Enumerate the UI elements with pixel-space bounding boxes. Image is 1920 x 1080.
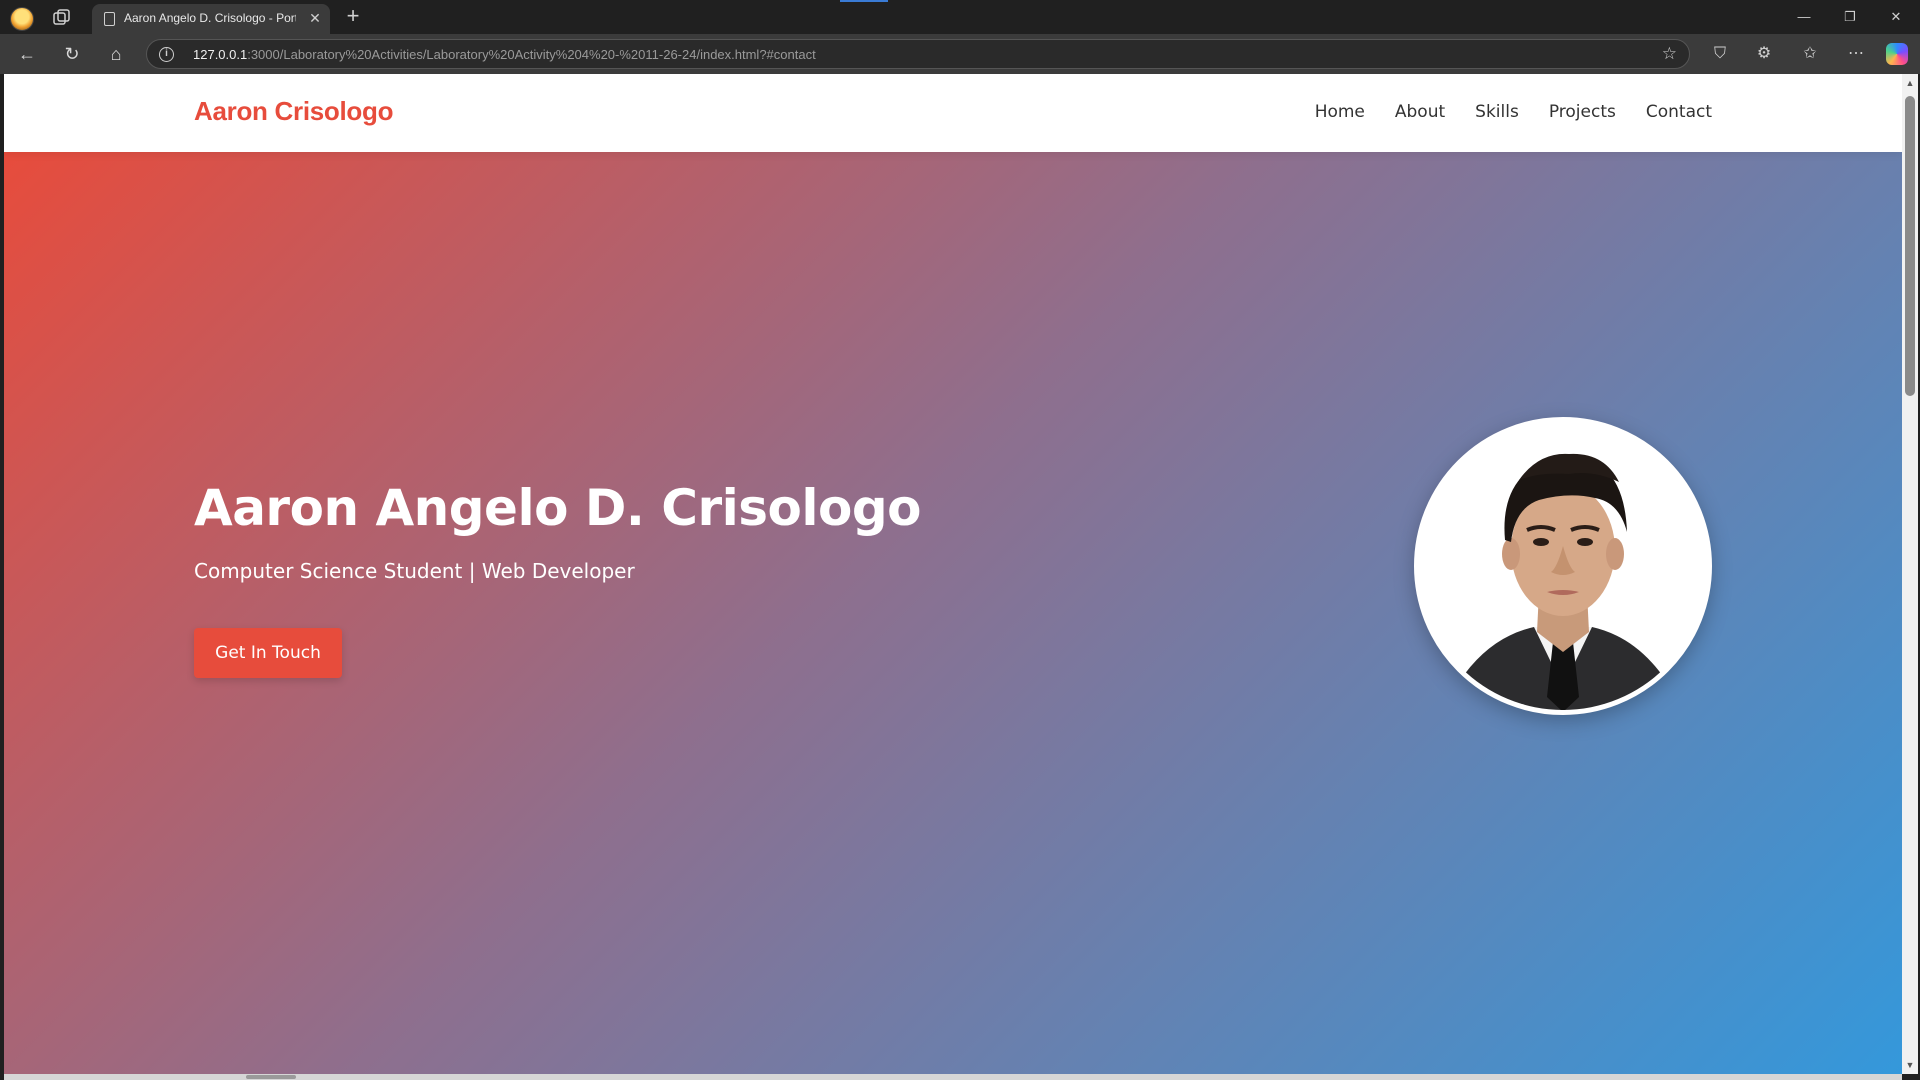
- horizontal-scrollbar[interactable]: [4, 1074, 1902, 1080]
- portrait-image: [1419, 422, 1707, 710]
- workspaces-icon[interactable]: [52, 8, 72, 26]
- address-bar: ← ↻ ⌂ i 127.0.0.1:3000/Laboratory%20Acti…: [0, 34, 1920, 74]
- profile-avatar-icon[interactable]: [10, 7, 34, 31]
- close-icon[interactable]: ✕: [306, 9, 324, 27]
- plus-icon[interactable]: +: [342, 4, 364, 28]
- extensions-icon[interactable]: ⚙: [1750, 41, 1778, 67]
- vertical-scrollbar[interactable]: ▲ ▼: [1902, 74, 1918, 1074]
- tab-title: Aaron Angelo D. Crisologo - Portfolio: [124, 11, 296, 25]
- nav-home[interactable]: Home: [1315, 102, 1365, 122]
- scroll-down-icon[interactable]: ▼: [1902, 1058, 1918, 1072]
- horizontal-scrollbar-thumb[interactable]: [246, 1075, 296, 1079]
- close-window-icon[interactable]: ✕: [1876, 4, 1916, 30]
- main-nav: Home About Skills Projects Contact: [1315, 102, 1712, 122]
- site-logo[interactable]: Aaron Crisologo: [194, 96, 393, 127]
- url-input[interactable]: i 127.0.0.1:3000/Laboratory%20Activities…: [146, 39, 1690, 69]
- url-host: 127.0.0.1: [193, 47, 248, 62]
- url-path: :3000/Laboratory%20Activities/Laboratory…: [247, 47, 816, 62]
- home-icon[interactable]: ⌂: [102, 41, 130, 67]
- get-in-touch-button[interactable]: Get In Touch: [194, 628, 342, 678]
- star-icon[interactable]: ☆: [1662, 44, 1677, 64]
- back-arrow-icon[interactable]: ←: [13, 41, 41, 67]
- copilot-icon[interactable]: [1886, 43, 1908, 65]
- favorites-icon[interactable]: ✩: [1796, 41, 1824, 67]
- page-viewport: Aaron Crisologo Home About Skills Projec…: [4, 74, 1902, 1074]
- reload-icon[interactable]: ↻: [58, 41, 86, 67]
- site-header: Aaron Crisologo Home About Skills Projec…: [4, 74, 1902, 152]
- drag-indicator: [840, 0, 888, 2]
- shield-icon[interactable]: ⛉: [1706, 41, 1734, 67]
- browser-tab-bar: Aaron Angelo D. Crisologo - Portfolio ✕ …: [0, 0, 1920, 34]
- scroll-up-icon[interactable]: ▲: [1902, 76, 1918, 90]
- hero-title: Aaron Angelo D. Crisologo: [194, 479, 921, 537]
- info-icon[interactable]: i: [159, 47, 174, 62]
- url-text[interactable]: 127.0.0.1:3000/Laboratory%20Activities/L…: [193, 47, 816, 62]
- nav-skills[interactable]: Skills: [1475, 102, 1519, 122]
- nav-projects[interactable]: Projects: [1549, 102, 1616, 122]
- restore-icon[interactable]: ❐: [1830, 4, 1870, 30]
- page-icon: [104, 12, 115, 26]
- profile-photo: [1414, 417, 1712, 715]
- scrollbar-thumb[interactable]: [1905, 96, 1915, 396]
- tab-active[interactable]: Aaron Angelo D. Crisologo - Portfolio ✕: [92, 4, 330, 34]
- minimize-icon[interactable]: —: [1784, 4, 1824, 30]
- nav-about[interactable]: About: [1395, 102, 1445, 122]
- more-menu-icon[interactable]: ⋯: [1842, 41, 1870, 67]
- nav-contact[interactable]: Contact: [1646, 102, 1712, 122]
- hero-subtitle: Computer Science Student | Web Developer: [194, 559, 635, 583]
